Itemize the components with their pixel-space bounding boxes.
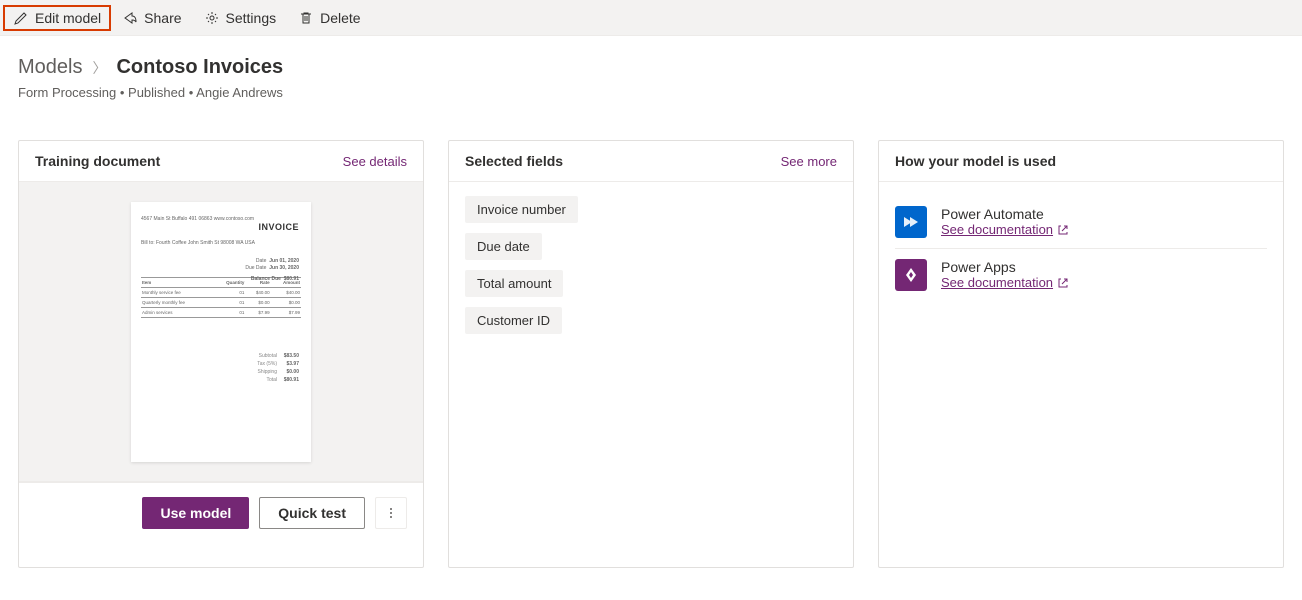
invoice-label: INVOICE — [258, 222, 299, 232]
see-more-link[interactable]: See more — [781, 154, 837, 169]
fields-card-title: Selected fields — [465, 153, 563, 169]
usage-item-power-apps: Power Apps See documentation — [895, 249, 1267, 301]
doc-link-label: See documentation — [941, 222, 1053, 237]
see-details-link[interactable]: See details — [343, 154, 407, 169]
col-qty: Quantity — [213, 277, 245, 287]
quick-test-button[interactable]: Quick test — [259, 497, 365, 529]
more-vertical-icon — [384, 506, 398, 520]
doc-link-label: See documentation — [941, 275, 1053, 290]
delete-button[interactable]: Delete — [288, 6, 370, 30]
field-pill[interactable]: Customer ID — [465, 307, 562, 334]
command-bar: Edit model Share Settings Delete — [0, 0, 1302, 36]
due-date-label: Due Date — [245, 265, 266, 271]
power-automate-icon — [895, 206, 927, 238]
share-label: Share — [144, 10, 181, 26]
training-doc-preview-area: INVOICE 4567 Main St Buffalo 491 06863 w… — [19, 182, 423, 482]
date-value: Jun 01, 2020 — [269, 258, 299, 264]
training-card-title: Training document — [35, 153, 160, 169]
edit-model-label: Edit model — [35, 10, 101, 26]
usage-item-title: Power Automate — [941, 206, 1069, 222]
use-model-button[interactable]: Use model — [142, 497, 249, 529]
training-document-card: Training document See details INVOICE 45… — [18, 140, 424, 568]
more-actions-button[interactable] — [375, 497, 407, 529]
pencil-icon — [13, 10, 29, 26]
field-pill[interactable]: Invoice number — [465, 196, 578, 223]
chevron-right-icon: 〉 — [92, 58, 106, 78]
edit-model-button[interactable]: Edit model — [3, 5, 111, 31]
invoice-bill-to: Bill to: Fourth Coffee John Smith St 980… — [141, 240, 301, 247]
share-button[interactable]: Share — [112, 6, 191, 30]
field-pill[interactable]: Due date — [465, 233, 542, 260]
model-usage-card: How your model is used Power Automate Se… — [878, 140, 1284, 568]
see-documentation-link[interactable]: See documentation — [941, 222, 1069, 237]
power-apps-icon — [895, 259, 927, 291]
training-doc-thumbnail[interactable]: INVOICE 4567 Main St Buffalo 491 06863 w… — [131, 202, 311, 462]
field-pill[interactable]: Total amount — [465, 270, 563, 297]
external-link-icon — [1057, 277, 1069, 289]
selected-fields-card: Selected fields See more Invoice number … — [448, 140, 854, 568]
col-item: Item — [141, 277, 213, 287]
invoice-line-table: Item Quantity Rate Amount Monthly servic… — [141, 277, 301, 318]
table-row: Quarterly monthly fee01$0.00$0.00 — [141, 297, 301, 307]
breadcrumb: Models 〉 Contoso Invoices — [18, 56, 1284, 79]
usage-item-title: Power Apps — [941, 259, 1069, 275]
invoice-dates: Date Jun 01, 2020 Due Date Jun 30, 2020 … — [245, 258, 299, 283]
delete-label: Delete — [320, 10, 360, 26]
balance-label: Balance Due — [251, 276, 281, 282]
date-label: Date — [256, 258, 267, 264]
due-date-value: Jun 30, 2020 — [269, 265, 299, 271]
share-icon — [122, 10, 138, 26]
page-title: Contoso Invoices — [116, 56, 283, 79]
breadcrumb-root[interactable]: Models — [18, 56, 82, 79]
settings-button[interactable]: Settings — [194, 6, 287, 30]
model-meta: Form Processing • Published • Angie Andr… — [18, 85, 1284, 100]
balance-value: $80.91 — [284, 276, 299, 282]
external-link-icon — [1057, 224, 1069, 236]
usage-card-title: How your model is used — [895, 153, 1056, 169]
table-row: Admin services01$7.99$7.99 — [141, 307, 301, 317]
see-documentation-link[interactable]: See documentation — [941, 275, 1069, 290]
gear-icon — [204, 10, 220, 26]
invoice-totals: Subtotal$83.50 Tax (5%)$3.97 Shipping$0.… — [249, 352, 299, 384]
settings-label: Settings — [226, 10, 277, 26]
table-row: Monthly service fee01$40.00$40.00 — [141, 287, 301, 297]
trash-icon — [298, 10, 314, 26]
usage-item-power-automate: Power Automate See documentation — [895, 196, 1267, 249]
